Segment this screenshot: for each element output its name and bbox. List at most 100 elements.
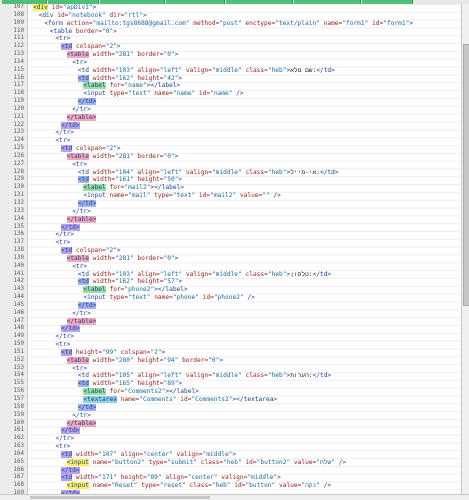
code-line[interactable]: 131 <input name="mail" type="text" id="ma… [0, 192, 461, 200]
code-text: </tr> [55, 333, 74, 341]
vertical-scroll-thumb[interactable] [463, 44, 469, 306]
code-token: "left" [159, 270, 183, 278]
code-line[interactable]: 115 <td width="103" align="left" valign="… [0, 67, 461, 75]
code-token: </td> [61, 427, 80, 435]
code-text: <tr> [55, 443, 70, 451]
code-line[interactable]: 123 </tr> [0, 129, 461, 137]
code-line[interactable]: 107 <div id="apDiv1"> [0, 4, 461, 12]
code-line[interactable]: 129 <td width="161" height="50"> [0, 176, 461, 184]
code-line[interactable]: 154 <td width="105" align="left" valign="… [0, 372, 461, 380]
code-text: <td colspan="2"> [61, 247, 121, 255]
code-token: "89" [146, 474, 162, 482]
code-token: height= [133, 278, 164, 286]
line-number: 128 [13, 168, 24, 175]
code-line[interactable]: 167 <td width="171" height="89" align="ce… [0, 474, 461, 482]
horizontal-scrollbar[interactable] [0, 494, 469, 500]
code-line[interactable]: 113 <table width="281" border="0"> [0, 51, 461, 59]
code-line[interactable]: 160 </table> [0, 419, 461, 428]
code-line[interactable]: 161 </td> [0, 427, 461, 435]
code-text: <tr> [72, 161, 87, 169]
code-line[interactable]: 117 <label for="name"></label> [0, 82, 461, 90]
code-line[interactable]: 143 <label for="phone2"></label> [0, 286, 461, 294]
code-editor[interactable]: 107 <div id="apDiv1"> 108 <div id="notebook… [0, 4, 461, 494]
code-line[interactable]: 162 </tr> [0, 435, 461, 443]
code-line[interactable]: 150 <tr> [0, 341, 461, 349]
code-line[interactable]: 110 <table border="0"> [0, 28, 461, 36]
code-token: "notebook" [68, 11, 106, 19]
code-line[interactable]: 142 <td width="162" height="57"> [0, 278, 461, 286]
code-line[interactable]: 135 </td> [0, 223, 461, 232]
code-line[interactable]: 109 <form action="mailto:tgs8688@gmail.co… [0, 20, 461, 28]
code-token: "button" [245, 482, 276, 490]
code-line[interactable]: 156 <label for="Comments2"></label> [0, 388, 461, 396]
code-line[interactable]: 122 </td> [0, 121, 461, 130]
code-line[interactable]: 152 <table width="280" height="94" border… [0, 356, 461, 365]
code-line[interactable]: 168 <input name="Reset" type="reset" clas… [0, 482, 461, 490]
code-line[interactable]: 147 </table> [0, 317, 461, 326]
code-token: "Reset" [111, 482, 138, 490]
code-token: שם מלא: [290, 66, 317, 74]
code-line[interactable]: 158 </td> [0, 403, 461, 412]
line-number: 156 [13, 388, 24, 395]
code-line[interactable]: 126 <table width="281" border="0"> [0, 152, 461, 161]
code-text: <input name="Reset" type="reset" class="… [66, 482, 331, 490]
code-token: > [178, 278, 183, 286]
code-line[interactable]: 114 <tr> [0, 59, 461, 67]
code-line[interactable]: 165 <input name="button2" type="submit" c… [0, 458, 461, 467]
code-line[interactable]: 136 </tr> [0, 231, 461, 239]
code-line[interactable]: 151 <td height="99" colspan="2"> [0, 348, 461, 357]
code-line[interactable]: 141 <td width="103" align="left" valign="… [0, 271, 461, 279]
code-line[interactable]: 166 </td> [0, 466, 461, 475]
code-line[interactable]: 163 <tr> [0, 443, 461, 451]
code-line[interactable]: 128 <td width="104" align="left" valign="… [0, 169, 461, 177]
code-token: /> [269, 192, 281, 200]
code-line[interactable]: 111 <tr> [0, 35, 461, 43]
code-line[interactable]: 140 <tr> [0, 263, 461, 271]
code-line[interactable]: 119 </td> [0, 98, 461, 106]
vertical-scrollbar[interactable] [461, 4, 469, 494]
line-number: 140 [13, 262, 24, 269]
code-line[interactable]: 112 <td colspan="2"> [0, 43, 461, 51]
code-token: id= [198, 294, 214, 302]
code-line[interactable]: 116 <td width="162" height="42"> [0, 74, 461, 83]
line-number: 145 [13, 301, 24, 308]
code-line[interactable]: 148 </td> [0, 325, 461, 333]
code-token: </td> [61, 223, 80, 231]
code-line[interactable]: 108 <div id="notebook" dir="rtl"> [0, 12, 461, 20]
line-number: 121 [13, 113, 24, 120]
code-line[interactable]: 134 </table> [0, 215, 461, 224]
code-line[interactable]: 125 <td colspan="2"> [0, 145, 461, 153]
code-token: valign= [182, 168, 212, 176]
code-line[interactable]: 149 </tr> [0, 333, 461, 341]
code-line[interactable]: 155 <td width="165" height="89"> [0, 380, 461, 388]
code-line[interactable]: 120 </tr> [0, 106, 461, 114]
code-line[interactable]: 144 <input type="text" name="phone" id="p… [0, 294, 461, 302]
code-line[interactable]: 159 </tr> [0, 412, 461, 420]
code-line[interactable]: 146 </tr> [0, 310, 461, 318]
code-line[interactable]: 127 <tr> [0, 161, 461, 169]
code-line[interactable]: 145 </td> [0, 301, 461, 310]
line-number: 154 [13, 372, 24, 379]
code-line[interactable]: 124 <tr> [0, 137, 461, 145]
code-line[interactable]: 133 </tr> [0, 208, 461, 216]
code-line[interactable]: 138 <td colspan="2"> [0, 247, 461, 255]
code-token: <table [66, 51, 89, 59]
code-token: "rtl" [124, 11, 143, 19]
code-line[interactable]: 118 <input type="text" name="name" id="na… [0, 90, 461, 98]
code-token: </table> [66, 419, 97, 427]
line-number: 148 [13, 325, 24, 332]
code-token: type= [150, 192, 173, 200]
code-text: <label for="Comments2"></label> [83, 388, 199, 396]
line-number: 147 [13, 317, 24, 324]
code-text: <label for="name"></label> [83, 82, 180, 90]
code-line[interactable]: 132 </td> [0, 200, 461, 208]
code-line[interactable]: 121 </table> [0, 113, 461, 122]
code-line[interactable]: 157 <textarea name="Comments" id="Comment… [0, 396, 461, 404]
code-line[interactable]: 130 <label for="mail2"></label> [0, 184, 461, 192]
code-line[interactable]: 164 <td width="107" align="center" valign… [0, 450, 461, 459]
code-line[interactable]: 153 <tr> [0, 365, 461, 373]
code-token: for= [105, 388, 125, 396]
code-line[interactable]: 137 <tr> [0, 239, 461, 247]
code-token: value= [275, 482, 302, 490]
code-line[interactable]: 139 <table width="281" border="0"> [0, 254, 461, 263]
